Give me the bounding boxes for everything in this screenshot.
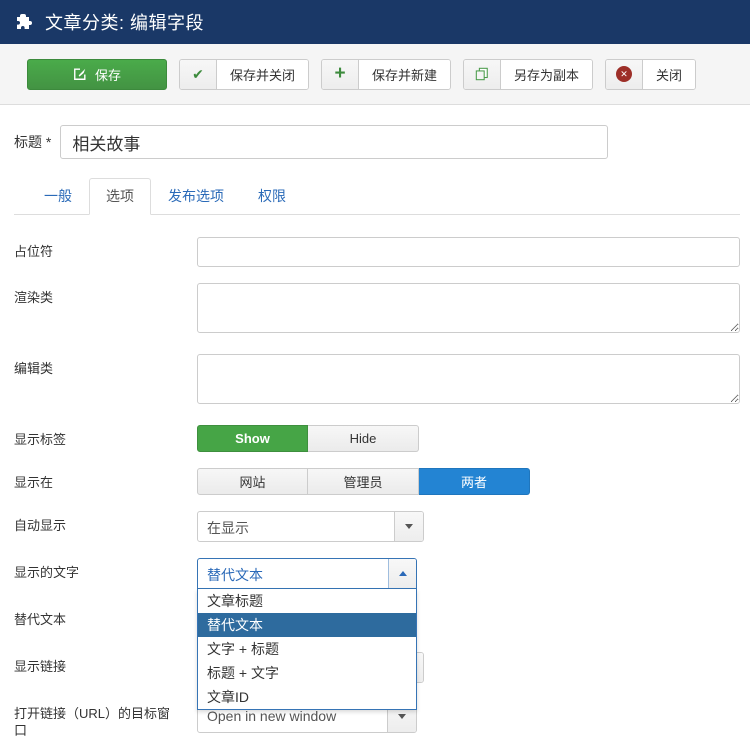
chevron-up-icon — [399, 571, 407, 576]
display-text-select-open: 替代文本 文章标题 替代文本 文字 + 标题 标题 + 文字 文章ID — [197, 558, 417, 589]
tab-permissions[interactable]: 权限 — [241, 178, 303, 215]
save-new-label: 保存并新建 — [359, 60, 450, 89]
options-form: 占位符 渲染类 编辑类 显示标签 Show Hide — [14, 215, 740, 739]
auto-display-value: 在显示 — [198, 512, 394, 541]
tab-options[interactable]: 选项 — [89, 178, 151, 215]
edit-class-label: 编辑类 — [14, 354, 197, 409]
show-label-option-show[interactable]: Show — [197, 425, 308, 452]
show-on-label: 显示在 — [14, 468, 197, 495]
edit-class-textarea[interactable] — [197, 354, 740, 404]
chevron-down-icon — [405, 524, 413, 529]
title-field-row: 标题 * — [14, 125, 740, 159]
toolbar: 保存 ✔ 保存并关闭 + 保存并新建 另存为副本 ✕ 关闭 — [0, 44, 750, 105]
display-text-select[interactable]: 替代文本 — [197, 558, 417, 589]
save-copy-button[interactable]: 另存为副本 — [463, 59, 593, 90]
close-button[interactable]: ✕ 关闭 — [605, 59, 696, 90]
render-class-row: 渲染类 — [14, 283, 740, 338]
edit-class-row: 编辑类 — [14, 354, 740, 409]
tab-bar: 一般 选项 发布选项 权限 — [14, 178, 740, 215]
save-copy-label: 另存为副本 — [501, 60, 592, 89]
display-text-value: 替代文本 — [198, 559, 388, 588]
display-text-row: 显示的文字 替代文本 文章标题 替代文本 文字 + 标题 标题 + 文字 文 — [14, 558, 740, 589]
title-field-label: 标题 * — [14, 132, 51, 152]
copy-icon — [475, 67, 489, 81]
close-icon: ✕ — [616, 66, 632, 82]
auto-display-select[interactable]: 在显示 — [197, 511, 424, 542]
show-on-option-site[interactable]: 网站 — [197, 468, 308, 495]
title-input[interactable] — [60, 125, 608, 159]
show-on-option-admin[interactable]: 管理员 — [308, 468, 419, 495]
dropdown-option-text-title[interactable]: 文字 + 标题 — [198, 637, 416, 661]
link-target-label: 打开链接（URL）的目标窗口 — [14, 699, 197, 739]
content: 标题 * 一般 选项 发布选项 权限 占位符 渲染类 编辑类 — [0, 105, 750, 739]
pencil-square-icon — [73, 67, 87, 81]
display-text-dropdown: 文章标题 替代文本 文字 + 标题 标题 + 文字 文章ID — [197, 589, 417, 710]
show-on-toggle: 网站 管理员 两者 — [197, 468, 530, 495]
save-button-label: 保存 — [95, 65, 121, 84]
page-title: 文章分类: 编辑字段 — [45, 9, 204, 35]
check-icon: ✔ — [192, 66, 204, 83]
show-label-label: 显示标签 — [14, 425, 197, 452]
close-button-label: 关闭 — [643, 60, 695, 89]
plus-icon: + — [334, 64, 345, 83]
display-text-caret-button[interactable] — [388, 559, 416, 588]
auto-display-caret-button[interactable] — [394, 512, 423, 541]
placeholder-label: 占位符 — [14, 237, 197, 267]
placeholder-input[interactable] — [197, 237, 740, 267]
show-label-toggle: Show Hide — [197, 425, 419, 452]
save-button[interactable]: 保存 — [27, 59, 167, 90]
display-text-label: 显示的文字 — [14, 558, 197, 589]
tab-publishing[interactable]: 发布选项 — [151, 178, 241, 215]
save-new-button[interactable]: + 保存并新建 — [321, 59, 451, 90]
dropdown-option-title-text[interactable]: 标题 + 文字 — [198, 661, 416, 685]
dropdown-option-article-id[interactable]: 文章ID — [198, 685, 416, 709]
show-on-row: 显示在 网站 管理员 两者 — [14, 468, 740, 495]
tab-general[interactable]: 一般 — [27, 178, 89, 215]
placeholder-row: 占位符 — [14, 237, 740, 267]
save-close-button[interactable]: ✔ 保存并关闭 — [179, 59, 309, 90]
show-label-option-hide[interactable]: Hide — [308, 425, 419, 452]
alt-text-label: 替代文本 — [14, 605, 197, 636]
puzzle-icon — [14, 12, 34, 32]
dropdown-option-alt-text[interactable]: 替代文本 — [198, 613, 416, 637]
show-link-label: 显示链接 — [14, 652, 197, 683]
show-on-option-both[interactable]: 两者 — [419, 468, 530, 495]
auto-display-label: 自动显示 — [14, 511, 197, 542]
render-class-label: 渲染类 — [14, 283, 197, 338]
save-close-label: 保存并关闭 — [217, 60, 308, 89]
chevron-down-icon — [398, 714, 406, 719]
render-class-textarea[interactable] — [197, 283, 740, 333]
show-label-row: 显示标签 Show Hide — [14, 425, 740, 452]
dropdown-option-article-title[interactable]: 文章标题 — [198, 589, 416, 613]
auto-display-row: 自动显示 在显示 — [14, 511, 740, 542]
app-header: 文章分类: 编辑字段 — [0, 0, 750, 44]
